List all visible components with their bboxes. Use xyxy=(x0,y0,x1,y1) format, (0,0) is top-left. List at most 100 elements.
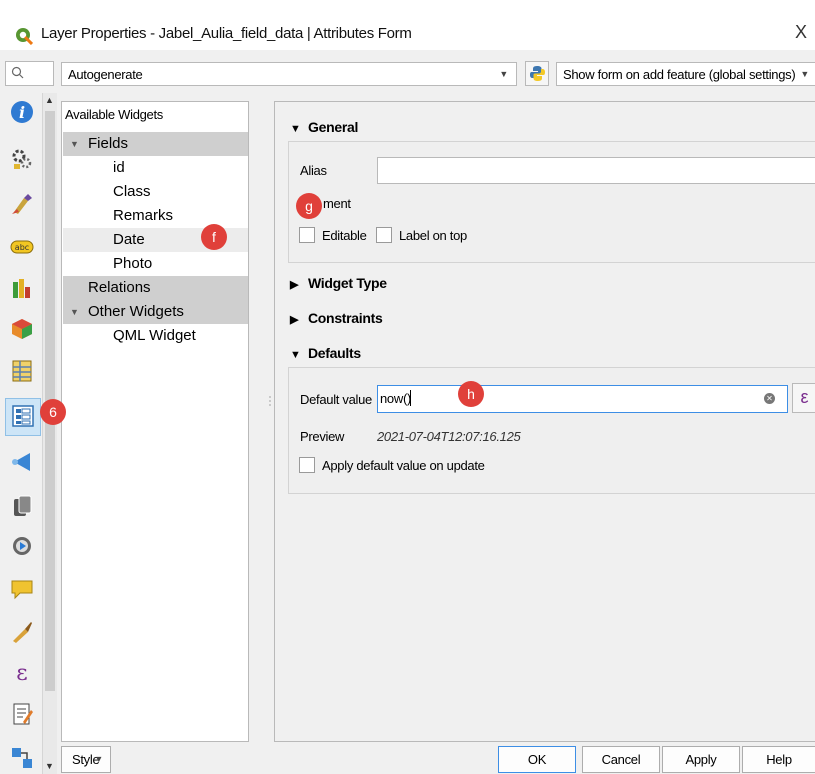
3d-view-icon xyxy=(12,319,32,339)
collapsed-arrow-icon: ▶ xyxy=(290,279,299,291)
tree-item-qml-widget[interactable]: QML Widget xyxy=(63,324,248,348)
sidebar-item-display[interactable] xyxy=(8,575,36,603)
sidebar-item-attributes-form[interactable] xyxy=(5,398,41,436)
chevron-down-icon: ▼ xyxy=(499,69,508,79)
collapse-arrow-icon[interactable]: ▼ xyxy=(70,300,79,324)
available-widgets-tree[interactable]: Available Widgets ▼ Fields id Class Rema… xyxy=(61,101,249,742)
tree-item-relations[interactable]: Relations xyxy=(63,276,248,300)
sidebar-item-auxiliary-storage[interactable] xyxy=(8,492,36,520)
sidebar-item-diagrams[interactable] xyxy=(8,275,36,303)
default-value-text: now() xyxy=(380,391,412,406)
chevron-down-icon: ▼ xyxy=(94,754,103,764)
search-input[interactable] xyxy=(5,61,54,86)
collapse-arrow-icon[interactable]: ▼ xyxy=(70,132,79,156)
tree-item-remarks[interactable]: Remarks xyxy=(63,204,248,228)
tree-item-label: Relations xyxy=(88,279,151,296)
apply-on-update-label: Apply default value on update xyxy=(322,458,485,473)
suppress-form-value: Show form on add feature (global setting… xyxy=(563,67,796,82)
help-button[interactable]: Help xyxy=(742,746,815,773)
sidebar-scrollbar[interactable]: ▲ ▼ xyxy=(42,93,57,774)
section-constraints-header[interactable]: ▶ Constraints xyxy=(290,310,383,326)
tree-item-fields[interactable]: ▼ Fields xyxy=(63,132,248,156)
variables-icon: ε xyxy=(16,661,27,684)
collapsed-arrow-icon: ▶ xyxy=(290,314,299,326)
editable-checkbox[interactable] xyxy=(299,227,315,243)
auxiliary-storage-icon xyxy=(14,495,32,516)
svg-text:ε: ε xyxy=(16,661,27,684)
panel-splitter[interactable] xyxy=(253,101,271,742)
joins-icon xyxy=(12,453,30,471)
text-caret xyxy=(410,390,411,406)
editable-label: Editable xyxy=(322,228,367,243)
sidebar-item-fields[interactable] xyxy=(8,357,36,385)
expression-icon: ε xyxy=(800,387,809,407)
tree-item-other-widgets[interactable]: ▼ Other Widgets xyxy=(63,300,248,324)
splitter-handle-icon xyxy=(269,396,271,406)
labels-icon: abc xyxy=(10,240,34,254)
expression-builder-button[interactable]: ε xyxy=(792,383,815,413)
alias-input[interactable] xyxy=(377,157,815,184)
cancel-button[interactable]: Cancel xyxy=(582,746,660,773)
sidebar-item-symbology[interactable] xyxy=(8,190,36,218)
section-widget-type-title: Widget Type xyxy=(308,275,387,291)
python-icon xyxy=(530,66,545,81)
sidebar-item-joins[interactable] xyxy=(8,448,36,476)
tree-item-label: Other Widgets xyxy=(88,303,184,320)
tree-item-id[interactable]: id xyxy=(63,156,248,180)
tree-item-label: QML Widget xyxy=(113,327,196,344)
section-general-title: General xyxy=(308,119,359,135)
default-value-label: Default value xyxy=(300,392,372,407)
style-button[interactable]: Style ▼ xyxy=(61,746,111,773)
information-icon: i xyxy=(11,101,33,123)
ok-button[interactable]: OK xyxy=(498,746,576,773)
diagrams-icon xyxy=(13,279,30,298)
expanded-arrow-icon: ▼ xyxy=(290,349,301,361)
source-icon xyxy=(12,149,32,169)
tree-item-label: Class xyxy=(113,183,151,200)
tree-header: Available Widgets xyxy=(65,107,163,122)
section-defaults-header[interactable]: ▼ Defaults xyxy=(290,345,361,361)
field-properties-panel: ▼ General Alias ment Editable Label on to… xyxy=(274,101,815,742)
sidebar-item-labels[interactable]: abc xyxy=(8,233,36,261)
annotation-marker-h: h xyxy=(458,381,484,407)
default-value-input[interactable]: now() xyxy=(377,385,788,413)
metadata-icon xyxy=(13,703,33,725)
preview-value: 2021-07-04T12:07:16.125 xyxy=(377,429,521,444)
sidebar-item-3d-view[interactable] xyxy=(8,315,36,343)
preview-label: Preview xyxy=(300,429,345,444)
chevron-down-icon: ▼ xyxy=(800,69,809,79)
dependencies-icon xyxy=(12,748,32,768)
display-icon xyxy=(11,580,33,600)
scroll-down-arrow-icon[interactable]: ▼ xyxy=(45,761,54,771)
scroll-up-arrow-icon[interactable]: ▲ xyxy=(45,95,54,105)
tree-item-label: Fields xyxy=(88,135,129,152)
clear-icon[interactable]: ✕ xyxy=(764,393,775,404)
tree-item-photo[interactable]: Photo xyxy=(63,252,248,276)
svg-text:abc: abc xyxy=(15,243,29,252)
form-layout-combobox[interactable]: Autogenerate ▼ xyxy=(61,62,517,86)
sidebar-item-information[interactable]: i xyxy=(8,98,36,126)
suppress-form-combobox[interactable]: Show form on add feature (global setting… xyxy=(556,62,815,86)
sidebar-item-variables[interactable]: ε xyxy=(8,658,36,686)
svg-text:i: i xyxy=(19,103,25,122)
label-on-top-checkbox[interactable] xyxy=(376,227,392,243)
section-general-header[interactable]: ▼ General xyxy=(290,119,358,135)
tree-item-label: Photo xyxy=(113,255,153,272)
section-widget-type-header[interactable]: ▶ Widget Type xyxy=(290,275,387,291)
expanded-arrow-icon: ▼ xyxy=(290,123,301,135)
annotation-marker-f: f xyxy=(201,224,227,250)
python-init-button[interactable] xyxy=(525,61,549,86)
ok-button-label: OK xyxy=(527,752,547,767)
close-button[interactable]: X xyxy=(790,22,812,43)
apply-button[interactable]: Apply xyxy=(662,746,740,773)
section-defaults-title: Defaults xyxy=(308,345,361,361)
sidebar-item-rendering[interactable] xyxy=(8,618,36,646)
title-bar: Layer Properties - Jabel_Aulia_field_dat… xyxy=(0,0,815,50)
sidebar-item-actions[interactable] xyxy=(8,532,36,560)
sidebar-item-source[interactable] xyxy=(8,145,36,173)
apply-on-update-checkbox[interactable] xyxy=(299,457,315,473)
tree-item-class[interactable]: Class xyxy=(63,180,248,204)
sidebar-item-metadata[interactable] xyxy=(8,700,36,728)
sidebar-item-dependencies[interactable] xyxy=(8,744,36,772)
section-constraints-title: Constraints xyxy=(308,310,383,326)
